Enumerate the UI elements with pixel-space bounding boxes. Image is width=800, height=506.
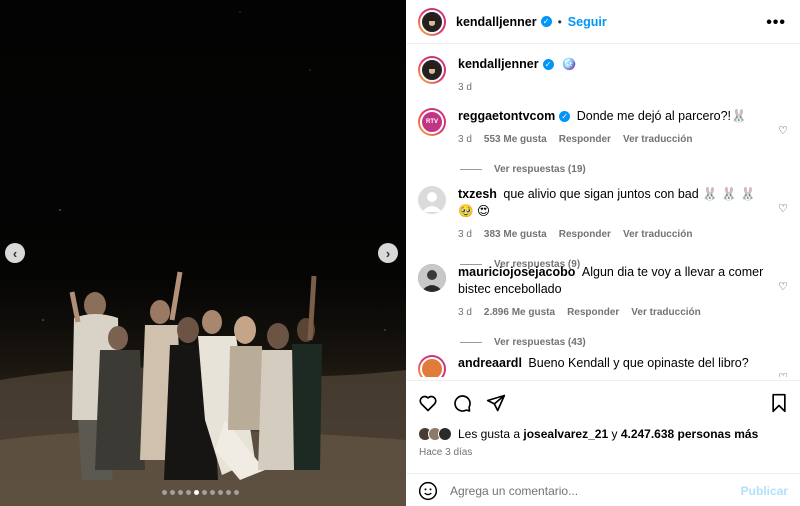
caption-emoji: 🪩 [561,57,577,71]
reply-button[interactable]: Responder [559,226,611,243]
view-replies-button[interactable]: Ver respuestas (19) [460,164,788,175]
comment-item: andreaardl Bueno Kendall y que opinaste … [418,355,788,377]
caption-username[interactable]: kendalljenner [458,57,539,71]
next-slide-button[interactable]: › [378,243,398,263]
comment-input[interactable] [450,483,730,498]
divider [460,169,482,170]
comment-time: 3 d [458,307,472,318]
view-replies-button[interactable]: Ver respuestas (43) [460,337,788,348]
commenter-avatar[interactable] [418,355,446,377]
carousel-dot [202,490,207,495]
like-comment-icon[interactable]: ♡ [778,202,788,215]
author-avatar[interactable] [418,7,446,36]
like-comment-icon[interactable]: ♡ [778,371,788,377]
comment-item: txzesh que alivio que sigan juntos con b… [418,186,788,270]
comment-text: Donde me dejó al parcero?!🐰 [576,109,747,123]
carousel-dot [186,490,191,495]
comment-text: que alivio que sigan juntos con bad 🐰 🐰 … [458,187,756,218]
emoji-icon[interactable] [418,481,438,501]
likes-summary: Les gusta a josealvarez_21 y 4.247.638 p… [418,427,758,441]
heart-icon[interactable] [418,393,438,413]
commenter-avatar[interactable] [418,186,446,214]
separator: • [557,14,562,29]
carousel-dot [210,490,215,495]
comment-composer: Publicar [406,473,800,506]
caption-time: 3 d [458,82,472,93]
like-comment-icon[interactable]: ♡ [778,124,788,137]
comment-time: 3 d [458,229,472,240]
translate-button[interactable]: Ver traducción [631,304,700,321]
post-caption: kendalljenner ✓ 🪩 3 d [418,56,788,96]
follow-button[interactable]: Seguir [568,15,607,29]
carousel-dot [170,490,175,495]
carousel-indicator [162,490,239,495]
commenter-avatar[interactable]: RTV [418,108,446,136]
verified-icon: ✓ [559,111,571,123]
comment-item: mauriciojosejacobo Algun dia te voy a ll… [418,264,788,348]
comment-username[interactable]: reggaetontvcom [458,109,555,123]
bookmark-icon[interactable] [770,393,788,413]
carousel-dot [178,490,183,495]
post-actions: Les gusta a josealvarez_21 y 4.247.638 p… [406,380,800,506]
comment-likes[interactable]: 2.896 Me gusta [484,304,555,321]
night-beach-photo [0,11,406,506]
comment-item: RTV reggaetontvcom ✓ Donde me dejó al par… [418,108,788,175]
liker-username[interactable]: josealvarez_21 [523,427,608,441]
carousel-dot [234,490,239,495]
verified-icon: ✓ [542,59,554,71]
default-avatar-icon [422,192,442,212]
author-avatar[interactable] [418,56,446,84]
translate-button[interactable]: Ver traducción [623,226,692,243]
comment-username[interactable]: txzesh [458,187,497,201]
comment-likes[interactable]: 553 Me gusta [484,131,547,148]
share-icon[interactable] [486,393,506,413]
post-sidebar: kendalljenner ✓ • Seguir ••• kendalljenn… [406,0,800,506]
carousel-dot [218,490,223,495]
comment-text: Bueno Kendall y que opinaste del libro? [528,356,749,370]
likes-middle: y [611,427,618,441]
post-date: Hace 3 días [419,447,473,458]
likes-prefix: Les gusta a [458,427,521,441]
carousel-dot [194,490,199,495]
carousel-dot [226,490,231,495]
comment-likes[interactable]: 383 Me gusta [484,226,547,243]
more-options-icon[interactable]: ••• [766,14,786,32]
comment-username[interactable]: andreaardl [458,356,522,370]
post-media[interactable]: ‹ › [0,0,406,506]
publish-button[interactable]: Publicar [741,484,788,498]
post-header: kendalljenner ✓ • Seguir ••• [406,0,800,44]
comment-username[interactable]: mauriciojosejacobo [458,265,575,279]
author-username[interactable]: kendalljenner [456,15,537,29]
commenter-avatar[interactable] [418,264,446,292]
like-comment-icon[interactable]: ♡ [778,280,788,293]
liker-avatar [438,427,452,441]
comments-list[interactable]: kendalljenner ✓ 🪩 3 d RTV reggaetontvcom ✓… [406,45,800,377]
previous-slide-button[interactable]: ‹ [5,243,25,263]
comment-icon[interactable] [452,393,472,413]
reply-button[interactable]: Responder [559,131,611,148]
reply-button[interactable]: Responder [567,304,619,321]
profile-photo [418,264,446,292]
translate-button[interactable]: Ver traducción [623,131,692,148]
divider [460,342,482,343]
carousel-dot [162,490,167,495]
verified-icon: ✓ [540,16,552,27]
comment-time: 3 d [458,134,472,145]
likes-count[interactable]: 4.247.638 personas más [621,427,758,441]
